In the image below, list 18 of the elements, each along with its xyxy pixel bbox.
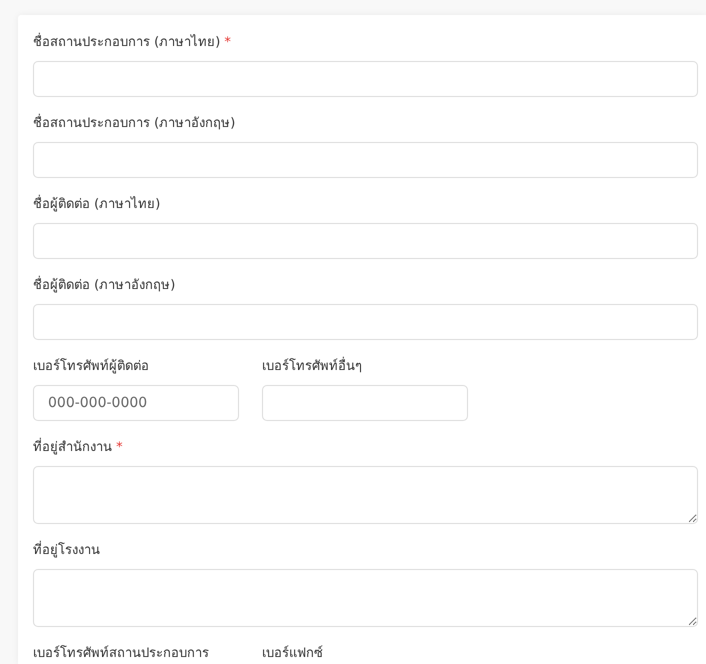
field-label: ชื่อผู้ติดต่อ (ภาษาอังกฤษ) — [33, 276, 698, 296]
text-field[interactable] — [262, 385, 468, 421]
field-label: ชื่อสถานประกอบการ (ภาษาไทย) * — [33, 33, 698, 53]
text-area[interactable] — [33, 569, 698, 627]
text-field[interactable] — [33, 142, 698, 178]
field-label: ที่อยู่โรงงาน — [33, 541, 698, 561]
text-field[interactable] — [33, 223, 698, 259]
field-label: เบอร์แฟกซ์ — [262, 644, 324, 663]
text-field[interactable]: 000-000-0000 — [33, 385, 239, 421]
field-label: ชื่อสถานประกอบการ (ภาษาอังกฤษ) — [33, 114, 698, 134]
field-label: เบอร์โทรศัพท์ผู้ติดต่อ — [33, 357, 150, 376]
field-label: ชื่อผู้ติดต่อ (ภาษาไทย) — [33, 195, 698, 215]
text-area[interactable] — [33, 466, 698, 524]
field-label: เบอร์โทรศัพท์สถานประกอบการ — [33, 644, 210, 663]
field-label: ที่อยู่สำนักงาน * — [33, 438, 698, 458]
text-field[interactable] — [33, 61, 698, 97]
field-label: เบอร์โทรศัพท์อื่นๆ — [262, 357, 468, 377]
text-field[interactable] — [33, 304, 698, 340]
